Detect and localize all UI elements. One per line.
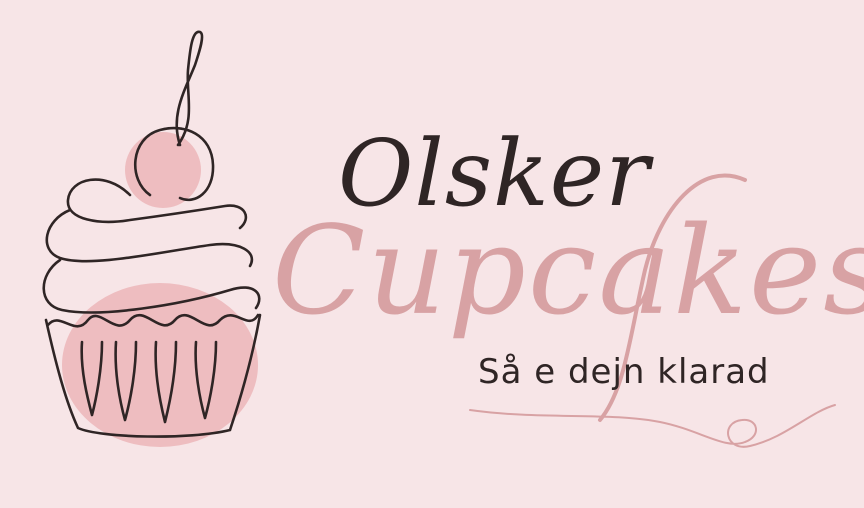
cupcake-icon — [42, 30, 262, 447]
liner-fill — [62, 283, 258, 447]
logo-canvas: Olsker Cupcakes Så e dejn klarad — [0, 0, 864, 508]
tagline: Så e dejn klarad — [478, 352, 770, 392]
flourish-tail — [469, 404, 836, 448]
brand-name-line2: Cupcakes — [272, 200, 864, 342]
